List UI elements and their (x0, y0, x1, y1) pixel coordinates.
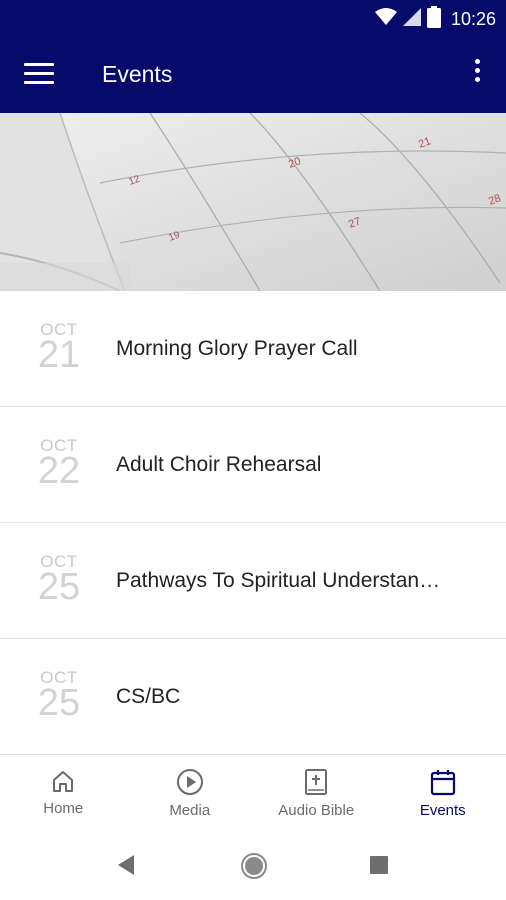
list-item[interactable]: OCT 25 CS/BC (0, 639, 506, 755)
back-icon[interactable] (116, 854, 136, 881)
signal-icon (402, 7, 421, 31)
bottom-nav: Home Media Audio Bible Events (0, 754, 506, 833)
home-circle-icon[interactable] (240, 852, 268, 885)
recents-icon[interactable] (370, 856, 388, 879)
nav-item-audio-bible[interactable]: Audio Bible (253, 755, 380, 833)
status-time: 10:26 (450, 8, 496, 29)
wifi-icon (374, 7, 397, 31)
more-vert-icon[interactable] (472, 59, 482, 91)
hero-calendar-image: 12 20 21 19 27 28 (0, 113, 506, 291)
bible-icon (305, 769, 328, 795)
nav-item-events[interactable]: Events (380, 755, 506, 833)
event-day: 21 (37, 334, 81, 376)
event-title: Pathways To Spiritual Understan… (116, 569, 441, 592)
play-circle-icon (176, 769, 203, 795)
event-day: 25 (37, 566, 81, 608)
event-list: OCT 21 Morning Glory Prayer Call OCT 22 … (0, 291, 506, 755)
nav-label-media: Media (169, 802, 211, 819)
event-title: Adult Choir Rehearsal (116, 453, 322, 476)
home-icon (53, 771, 74, 792)
list-item[interactable]: OCT 25 Pathways To Spiritual Understan… (0, 523, 506, 639)
status-bar: 10:26 (0, 0, 506, 37)
page-title: Events (102, 61, 173, 87)
list-item[interactable]: OCT 21 Morning Glory Prayer Call (0, 291, 506, 407)
event-title: CS/BC (116, 685, 181, 708)
calendar-icon (430, 770, 455, 796)
app-bar: Events (0, 37, 506, 113)
system-nav-bar (0, 832, 506, 900)
hamburger-menu-icon[interactable] (24, 63, 54, 87)
nav-label-events: Events (419, 802, 466, 819)
nav-item-home[interactable]: Home (0, 755, 127, 833)
nav-label-home: Home (43, 800, 84, 817)
calendar-photo: 12 20 21 19 27 28 (0, 113, 506, 291)
event-day: 25 (37, 682, 81, 724)
status-icons: 10:26 (374, 5, 496, 33)
event-day: 22 (37, 450, 81, 492)
list-item[interactable]: OCT 22 Adult Choir Rehearsal (0, 407, 506, 523)
battery-icon (426, 5, 441, 33)
event-title: Morning Glory Prayer Call (116, 337, 358, 360)
nav-label-audio-bible: Audio Bible (278, 802, 355, 819)
nav-item-media[interactable]: Media (127, 755, 254, 833)
